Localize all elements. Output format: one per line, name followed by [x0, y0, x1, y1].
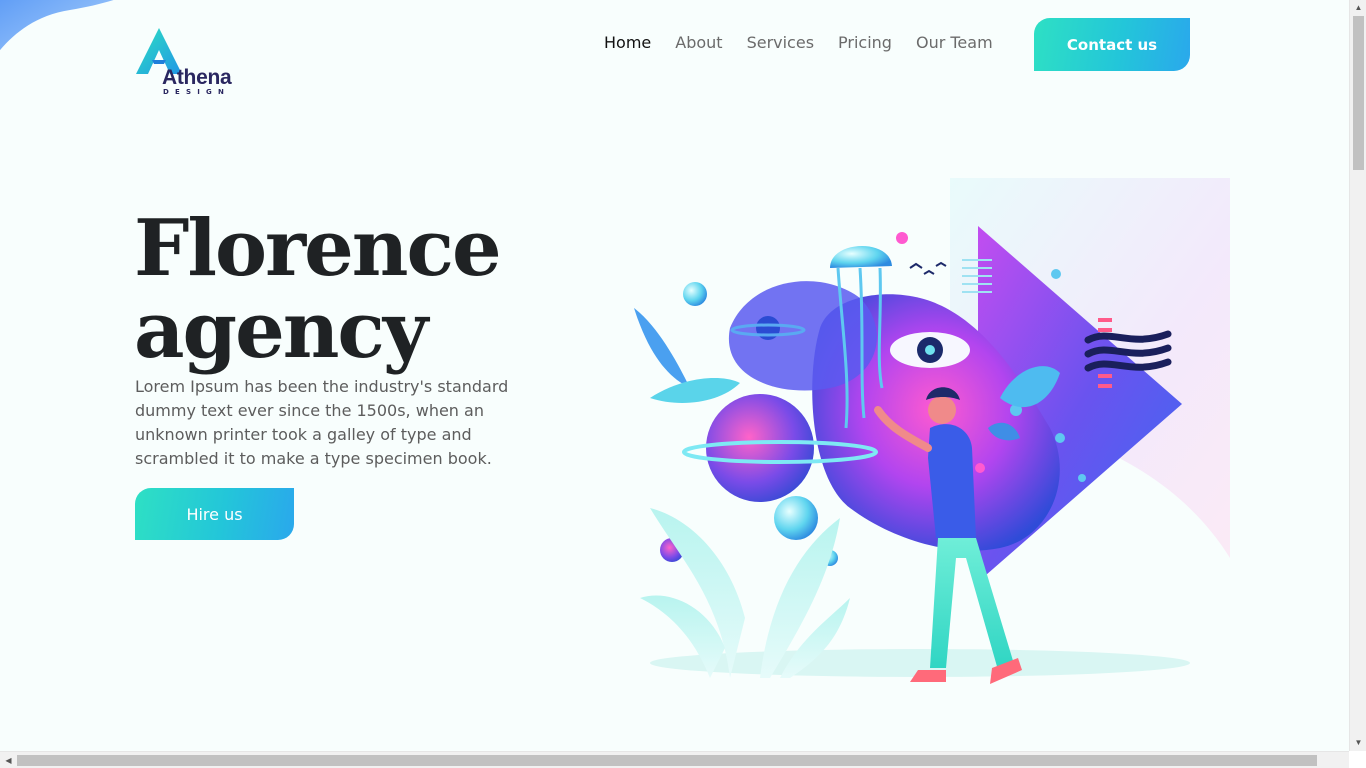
scroll-up-icon[interactable]: ▲: [1350, 0, 1366, 16]
hero-title: Florence agency: [134, 203, 502, 376]
brand-name: Athena: [162, 66, 232, 89]
vertical-scroll-thumb[interactable]: [1353, 16, 1364, 170]
scrollbar-corner: [1349, 751, 1366, 768]
nav-about[interactable]: About: [663, 32, 734, 54]
brand-tagline: DESIGN: [163, 88, 231, 96]
vertical-scrollbar[interactable]: ▲ ▼: [1349, 0, 1366, 751]
scroll-down-icon[interactable]: ▼: [1350, 735, 1366, 751]
main-nav: Home About Services Pricing Our Team: [592, 32, 1005, 54]
contact-button[interactable]: Contact us: [1034, 18, 1190, 71]
nav-our-team[interactable]: Our Team: [904, 32, 1005, 54]
surreal-space-illustration: [634, 178, 1230, 684]
hero-title-line-1: Florence: [134, 203, 502, 294]
horizontal-scroll-thumb[interactable]: [17, 755, 1317, 766]
brand-logo[interactable]: Athena DESIGN: [134, 26, 244, 100]
hero-title-line-2: agency: [134, 285, 428, 376]
nav-home[interactable]: Home: [592, 32, 663, 54]
nav-services[interactable]: Services: [735, 32, 826, 54]
horizontal-scrollbar[interactable]: ◀: [0, 751, 1349, 768]
nav-pricing[interactable]: Pricing: [826, 32, 904, 54]
hero-description: Lorem Ipsum has been the industry's stan…: [135, 377, 509, 468]
hire-us-button[interactable]: Hire us: [135, 488, 294, 540]
scroll-left-icon[interactable]: ◀: [0, 752, 17, 768]
